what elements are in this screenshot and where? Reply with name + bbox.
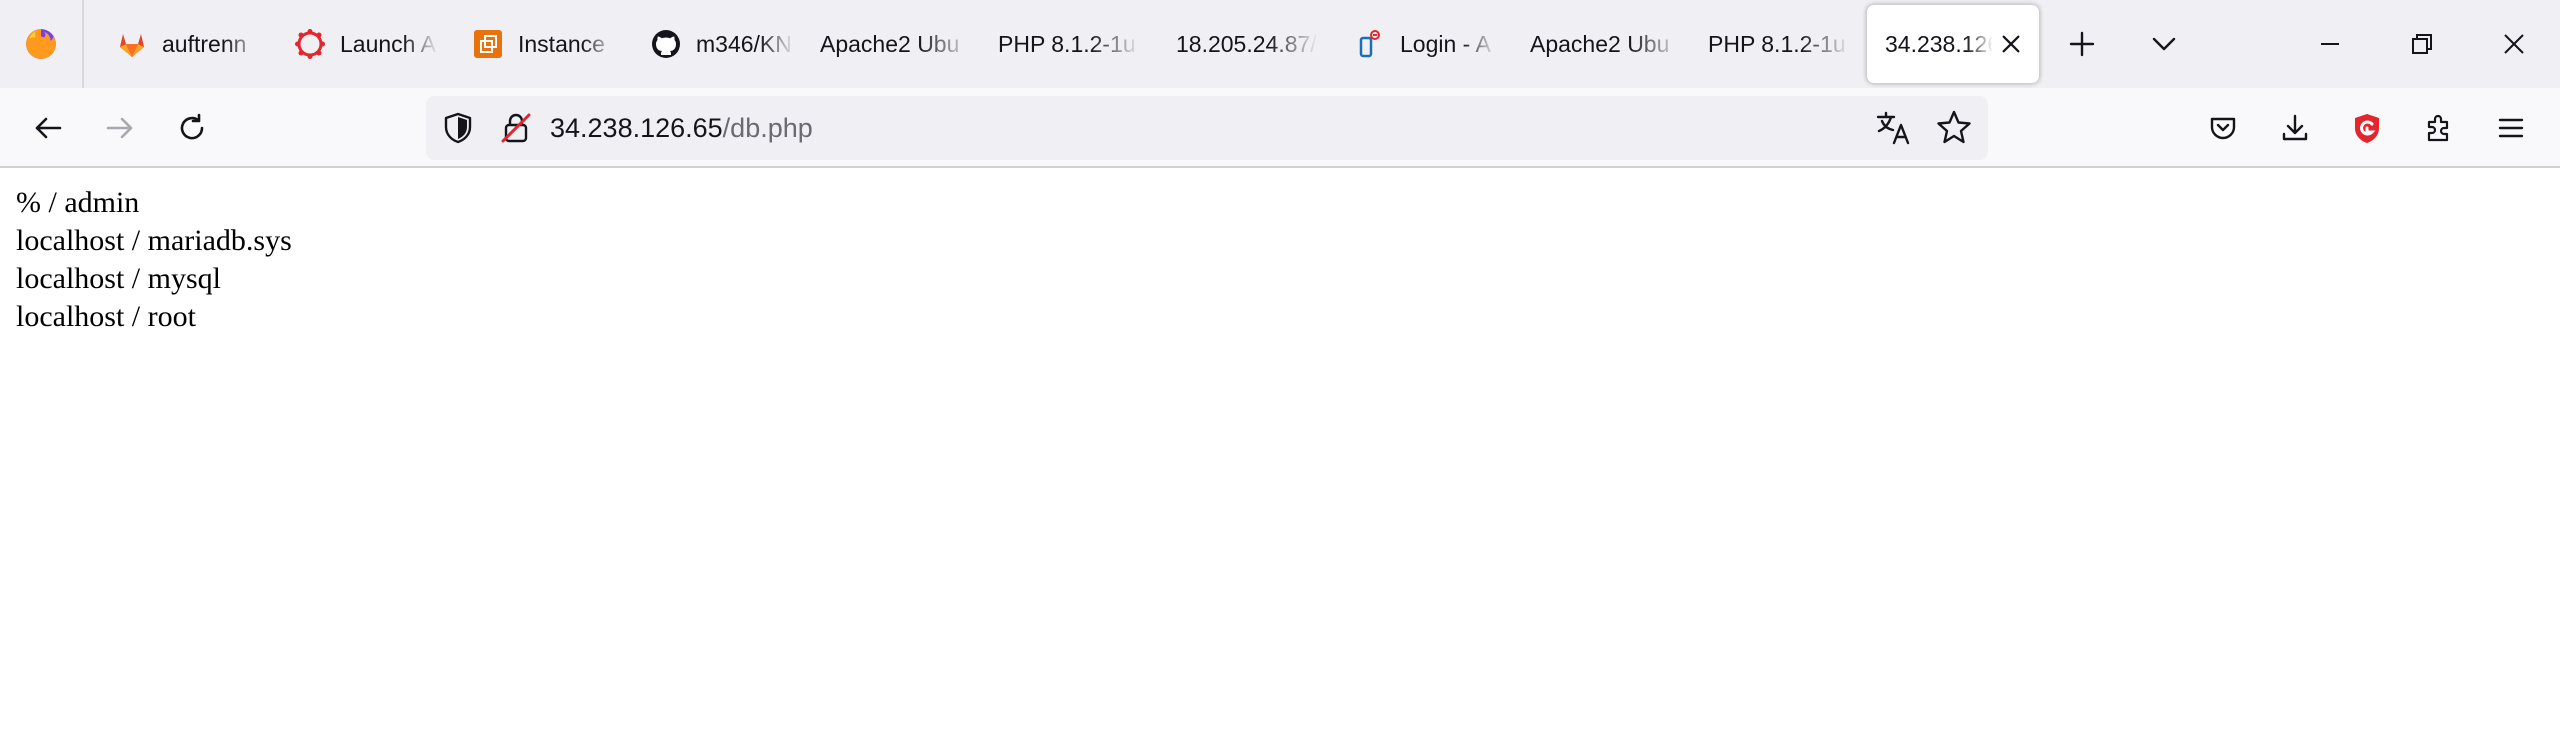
download-icon [2282,114,2308,141]
tab-github[interactable]: m346/KN [632,4,794,84]
tab-label: 34.238.126 [1885,30,1993,57]
address-bar[interactable]: 34.238.126.65/db.php [426,96,1988,160]
url-host: 34.238.126.65 [550,113,723,143]
close-icon [2002,35,2020,53]
pocket-icon [2210,117,2236,140]
back-button[interactable] [18,98,78,158]
db-user-line: localhost / root [16,300,196,333]
url-text[interactable]: 34.238.126.65/db.php [550,96,813,160]
tab-label: Login - A [1400,30,1491,57]
db-user-line: localhost / mariadb.sys [16,224,292,257]
tab-active-db[interactable]: 34.238.126 [1866,4,2040,84]
star-icon[interactable] [1934,108,1974,148]
db-user-line: % / admin [16,186,140,219]
firefox-menu-button[interactable] [0,0,84,88]
arrow-left-icon [35,117,62,139]
tab-launch[interactable]: Launch A [276,4,438,84]
tab-label: Apache2 Ubu [820,30,960,57]
shield-icon[interactable] [440,110,476,146]
hamburger-menu-icon [2498,118,2524,138]
minimize-button[interactable] [2284,0,2376,88]
github-icon [650,28,682,60]
aws-icon [472,28,504,60]
gdata-extension-button[interactable] [2337,98,2397,158]
extensions-button[interactable] [2409,98,2469,158]
db-user-line: localhost / mysql [16,262,221,295]
tab-apache2-1[interactable]: Apache2 Ubu [802,4,972,84]
close-tab-button[interactable] [1993,26,2029,62]
tab-label: Apache2 Ubu [1530,30,1670,57]
tab-auftrenn[interactable]: auftrenn [98,4,260,84]
tab-php-1[interactable]: PHP 8.1.2-1u [980,4,1140,84]
tab-label: auftrenn [162,30,247,57]
navigation-toolbar: 34.238.126.65/db.php [0,88,2560,168]
tab-php-2[interactable]: PHP 8.1.2-1u [1690,4,1850,84]
tab-strip: auftrenn Launch A Instance m346/KN Apach… [0,0,2560,88]
forward-button[interactable] [90,98,150,158]
plus-icon [2069,31,2095,57]
tab-label: Instance [518,30,605,57]
tab-label: PHP 8.1.2-1u [1708,30,1846,57]
translate-icon[interactable] [1874,108,1914,148]
new-tab-button[interactable] [2052,14,2112,74]
tab-label: 18.205.24.87/ [1176,30,1317,57]
arrow-right-icon [106,117,133,139]
minimize-icon [2321,43,2339,45]
tab-label: PHP 8.1.2-1u [998,30,1136,57]
tab-label: Launch A [340,30,436,57]
reload-button[interactable] [162,98,222,158]
tab-instances[interactable]: Instance [454,4,616,84]
url-path: /db.php [722,113,813,143]
downloads-button[interactable] [2265,98,2325,158]
chevron-down-icon [2152,37,2176,51]
tab-login[interactable]: Login - A [1336,4,1496,84]
gdata-shield-icon [2355,114,2379,143]
pocket-button[interactable] [2193,98,2253,158]
restore-button[interactable] [2376,0,2468,88]
insecure-lock-icon[interactable] [498,110,534,146]
page-content: % / admin localhost / mariadb.sys localh… [16,184,292,336]
canvas-icon [294,28,326,60]
close-window-button[interactable] [2468,0,2560,88]
close-icon [2504,34,2524,54]
tab-apache2-2[interactable]: Apache2 Ubu [1512,4,1682,84]
list-all-tabs-button[interactable] [2134,14,2194,74]
firefox-icon [26,29,56,59]
tab-ip-18[interactable]: 18.205.24.87/ [1158,4,1318,84]
restore-icon [2412,34,2432,54]
phpmyadmin-icon [1354,28,1386,60]
reload-icon [180,113,204,140]
puzzle-icon [2427,114,2449,142]
gitlab-icon [116,28,148,60]
tab-label: m346/KN [696,30,792,57]
app-menu-button[interactable] [2481,98,2541,158]
